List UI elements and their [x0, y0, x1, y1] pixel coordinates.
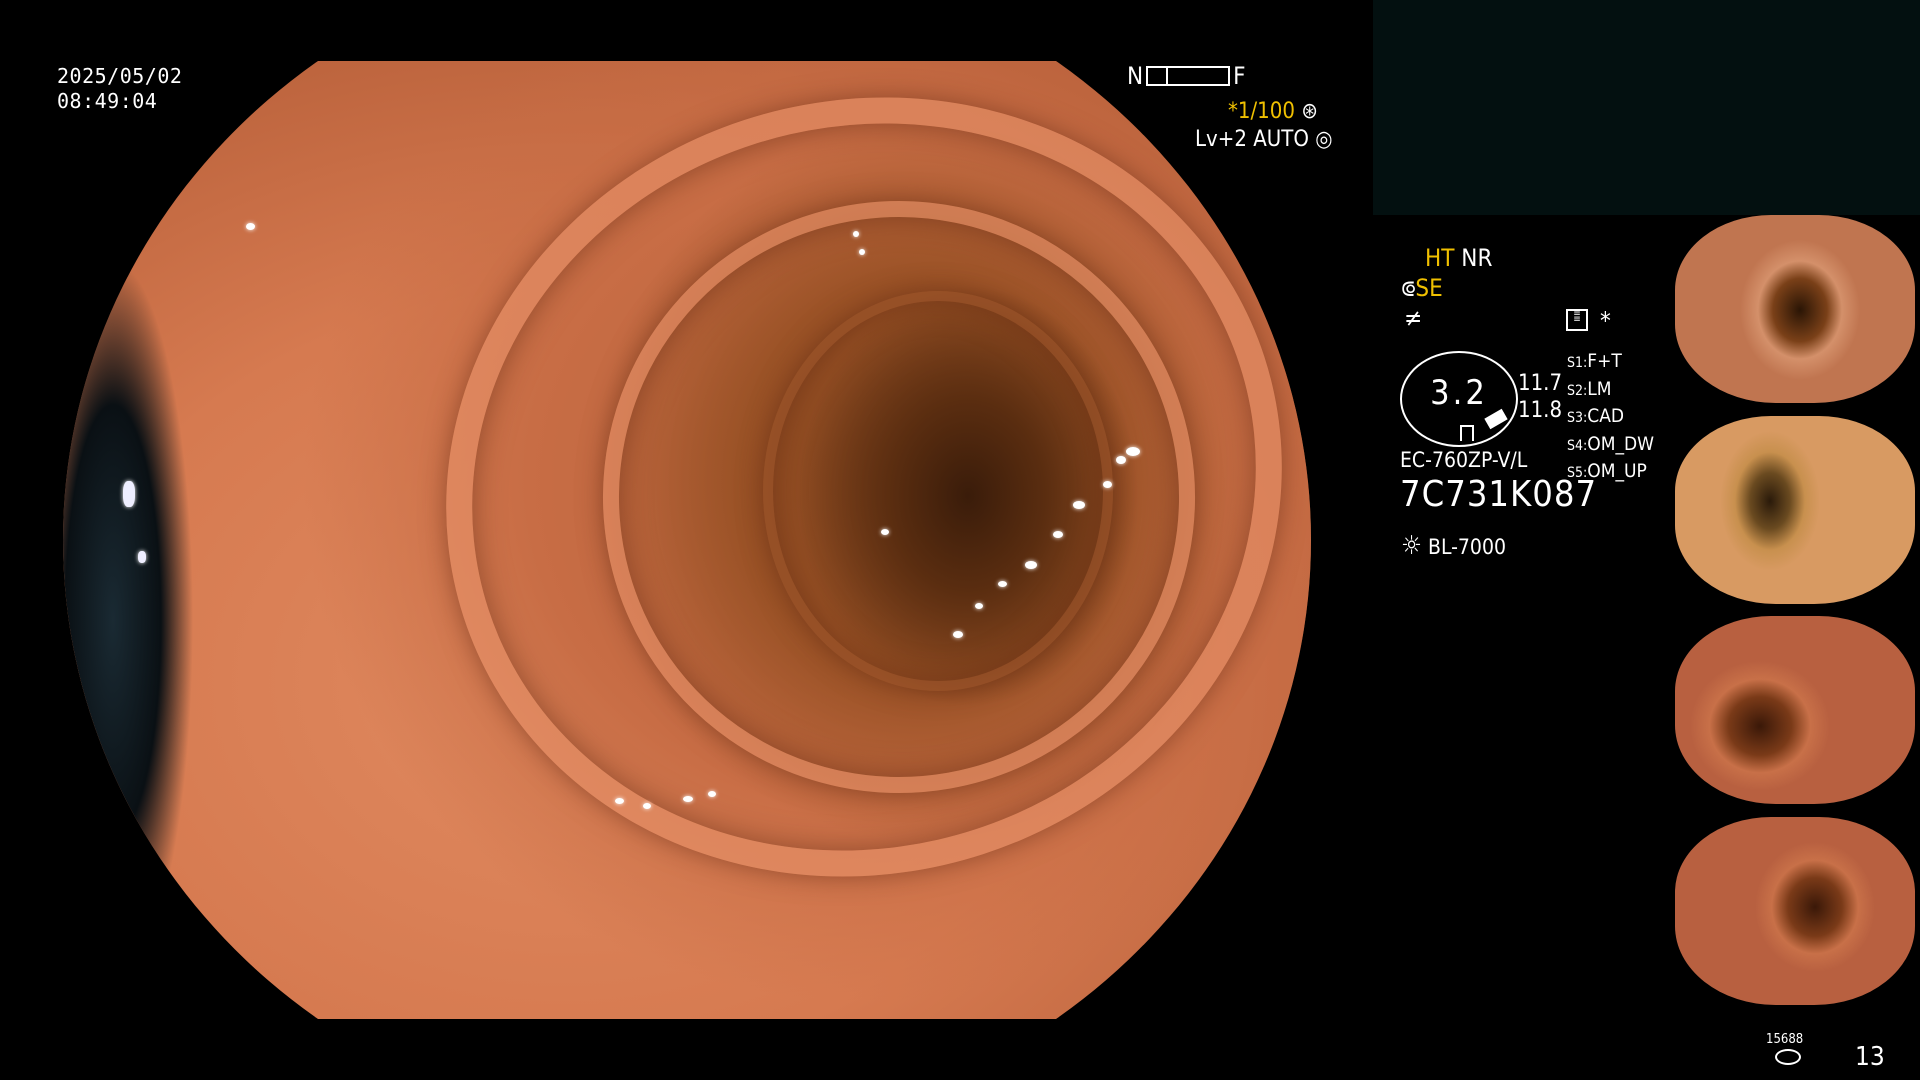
shutter-status: *1/100 ⊛: [1228, 98, 1318, 126]
asterisk-mark: *: [1600, 307, 1611, 335]
switch-row: S1:F+T: [1567, 350, 1622, 372]
ht-nr-row: HT NR: [1425, 243, 1492, 273]
endoscope-live-view: [63, 61, 1311, 1019]
scope-model: EC-760ZP-V/L: [1400, 448, 1528, 472]
time-text: 08:49:04: [57, 89, 158, 113]
disk-stack-icon: [1775, 1049, 1801, 1065]
zoom-upper: 11.7: [1518, 371, 1563, 396]
iris-level: Lv+2: [1195, 127, 1247, 152]
aperture-icon: ⊛: [1301, 99, 1318, 124]
date-text: 2025/05/02: [57, 64, 183, 88]
light-source: ☼ BL-7000: [1401, 531, 1506, 561]
lumen-rim: [763, 291, 1113, 691]
iris-status: Lv+2 AUTO ◎: [1195, 126, 1332, 154]
freeze-icon: ≠: [1404, 304, 1423, 332]
memo-icon: ≡ ≡: [1566, 309, 1588, 331]
light-source-model: BL-7000: [1427, 535, 1506, 559]
iris-mode: AUTO: [1253, 127, 1309, 152]
switch-row: S3:CAD: [1567, 405, 1625, 427]
focus-bar: [1146, 66, 1231, 86]
switch-row: S2:LM: [1567, 377, 1612, 400]
thumbnail-2[interactable]: [1675, 416, 1915, 604]
brush-icon: ⟃: [1401, 274, 1416, 302]
top-right-panel: [1373, 0, 1920, 215]
thumbnail-3[interactable]: [1675, 616, 1915, 804]
se-label: SE: [1415, 274, 1443, 302]
ht-label: HT: [1425, 244, 1455, 272]
zoom-lower: 11.8: [1518, 398, 1563, 423]
nr-label: NR: [1461, 244, 1493, 272]
zoom-gauge: 3.2: [1400, 351, 1518, 447]
thumbnail-4[interactable]: [1675, 817, 1915, 1005]
zoom-tick: [1460, 425, 1474, 441]
iris-icon: ◎: [1315, 127, 1333, 152]
far-label: F: [1233, 62, 1246, 90]
near-label: N: [1127, 62, 1144, 90]
timestamp: 2025/05/02 08:49:04: [57, 64, 182, 114]
zoom-value: 3.2: [1430, 373, 1488, 413]
sun-icon: ☼: [1401, 531, 1422, 561]
image-count: 13: [1855, 1042, 1885, 1072]
scope-serial: 7C731K087: [1400, 474, 1598, 515]
focus-indicator: N F: [1127, 62, 1246, 90]
se-row: ⟃SE: [1401, 273, 1443, 303]
switch-assignments: S1:F+T S2:LM S3:CAD S4:OM_DW S5:OM_UP: [1567, 349, 1654, 487]
thumbnail-1[interactable]: [1675, 215, 1915, 403]
scope-shadow-edge: [63, 261, 193, 981]
storage-count: 15688: [1766, 1032, 1804, 1047]
shutter-speed: *1/100: [1228, 99, 1295, 124]
switch-row: S4:OM_DW: [1567, 432, 1655, 455]
